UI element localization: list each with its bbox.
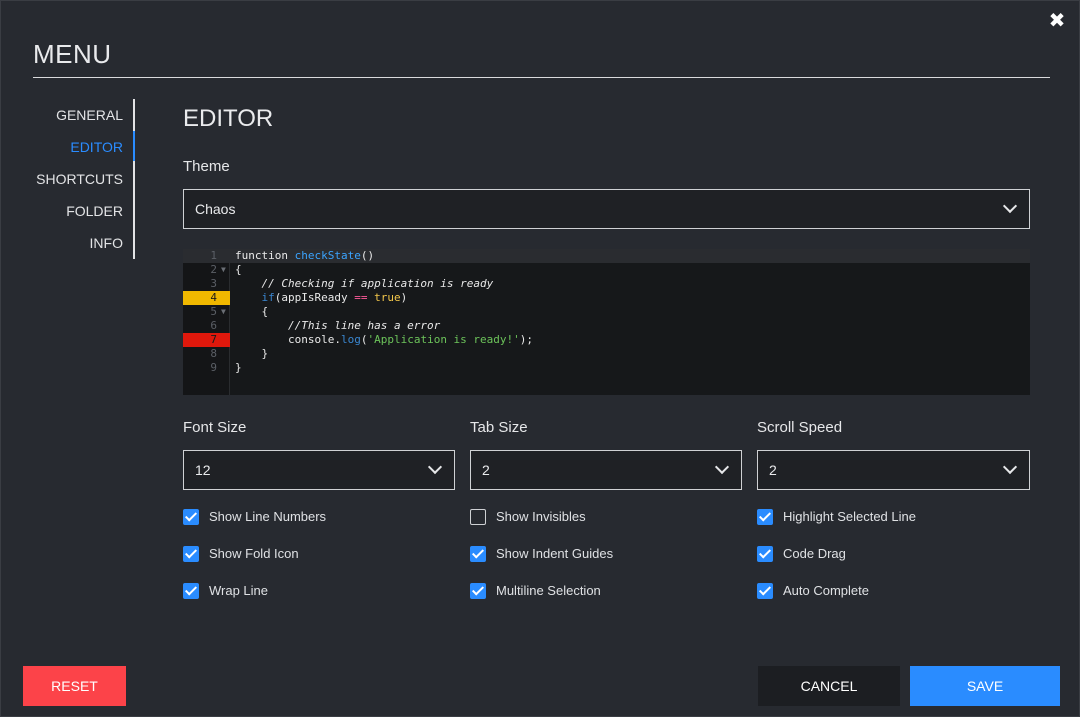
code-text: } <box>235 347 269 360</box>
checkbox-label: Code Drag <box>783 546 846 561</box>
checkbox-label: Auto Complete <box>783 583 869 598</box>
code-line: 6 //This line has a error <box>183 319 1030 333</box>
checkbox-checked-icon <box>757 546 773 562</box>
line-number: 8 <box>210 347 217 360</box>
dialog-title: MENU <box>33 39 112 69</box>
settings-nav: GENERAL EDITOR SHORTCUTS FOLDER INFO <box>1 99 135 259</box>
checkbox-checked-icon <box>470 583 486 599</box>
checkbox-checked-icon <box>183 583 199 599</box>
checkbox-checked-icon <box>183 509 199 525</box>
line-number: 3 <box>210 277 217 290</box>
code-text: { <box>235 263 242 276</box>
code-line: 9 } <box>183 361 1030 375</box>
checkbox-unchecked-icon <box>470 509 486 525</box>
code-text: if(appIsReady == true) <box>261 291 408 304</box>
section-title: EDITOR <box>183 105 274 132</box>
save-button[interactable]: SAVE <box>910 666 1060 706</box>
checkbox-label: Multiline Selection <box>496 583 601 598</box>
checkbox-checked-icon <box>183 546 199 562</box>
chevron-down-icon <box>1002 198 1018 214</box>
code-line: 5 ▼ { <box>183 305 1030 319</box>
fold-arrow-icon[interactable]: ▼ <box>221 263 226 277</box>
nav-item-info[interactable]: INFO <box>90 235 123 251</box>
line-number: 4 <box>210 291 217 304</box>
font-size-value: 12 <box>195 462 211 478</box>
checkbox-checked-icon <box>470 546 486 562</box>
code-text: console.log('Application is ready!'); <box>235 333 534 346</box>
line-number: 7 <box>210 333 217 346</box>
wrap-line-checkbox[interactable]: Wrap Line <box>183 583 268 599</box>
line-number: 6 <box>210 319 217 332</box>
chevron-down-icon <box>1002 459 1018 475</box>
line-number: 9 <box>210 361 217 374</box>
font-size-label: Font Size <box>183 419 247 436</box>
fold-arrow-icon[interactable]: ▼ <box>221 305 226 319</box>
scroll-speed-label: Scroll Speed <box>757 419 843 436</box>
theme-select-value: Chaos <box>195 201 236 217</box>
nav-item-folder[interactable]: FOLDER <box>66 203 123 219</box>
code-line: 7 console.log('Application is ready!'); <box>183 333 1030 347</box>
line-number: 2 <box>210 263 217 276</box>
code-comment: // Checking if application is ready <box>235 277 494 290</box>
checkbox-checked-icon <box>757 583 773 599</box>
highlight-selected-line-checkbox[interactable]: Highlight Selected Line <box>757 509 916 525</box>
code-line: 8 } <box>183 347 1030 361</box>
tab-size-label: Tab Size <box>470 419 528 436</box>
code-line: 2 ▼ { <box>183 263 1030 277</box>
code-text: function checkState() <box>235 249 375 262</box>
checkbox-checked-icon <box>757 509 773 525</box>
theme-label: Theme <box>183 158 230 175</box>
checkbox-label: Show Line Numbers <box>209 509 327 524</box>
nav-item-general[interactable]: GENERAL <box>56 107 123 123</box>
auto-complete-checkbox[interactable]: Auto Complete <box>757 583 869 599</box>
settings-dialog: ✖ MENU GENERAL EDITOR SHORTCUTS FOLDER I… <box>0 0 1080 717</box>
code-comment: //This line has a error <box>235 319 441 332</box>
tab-size-select[interactable]: 2 <box>470 450 742 490</box>
tab-size-value: 2 <box>482 462 490 478</box>
cancel-button[interactable]: CANCEL <box>758 666 900 706</box>
code-preview: 1 function checkState() 2 ▼ { 3 // Check… <box>183 249 1030 395</box>
code-line: 4 if(appIsReady == true) <box>183 291 1030 305</box>
font-size-select[interactable]: 12 <box>183 450 455 490</box>
code-drag-checkbox[interactable]: Code Drag <box>757 546 846 562</box>
scroll-speed-select[interactable]: 2 <box>757 450 1030 490</box>
checkbox-label: Show Fold Icon <box>209 546 299 561</box>
close-icon[interactable]: ✖ <box>1047 11 1067 31</box>
multiline-selection-checkbox[interactable]: Multiline Selection <box>470 583 601 599</box>
scroll-speed-value: 2 <box>769 462 777 478</box>
show-fold-icon-checkbox[interactable]: Show Fold Icon <box>183 546 299 562</box>
show-invisibles-checkbox[interactable]: Show Invisibles <box>470 509 586 525</box>
nav-active-indicator <box>133 131 135 161</box>
theme-select[interactable]: Chaos <box>183 189 1030 229</box>
show-indent-guides-checkbox[interactable]: Show Indent Guides <box>470 546 613 562</box>
show-line-numbers-checkbox[interactable]: Show Line Numbers <box>183 509 326 525</box>
title-divider <box>33 77 1050 78</box>
code-text: } <box>235 361 242 374</box>
line-number: 5 <box>210 305 217 318</box>
code-line: 1 function checkState() <box>183 249 1030 263</box>
chevron-down-icon <box>714 459 730 475</box>
code-text: { <box>235 305 269 318</box>
reset-button[interactable]: RESET <box>23 666 126 706</box>
line-number: 1 <box>210 249 217 262</box>
nav-item-shortcuts[interactable]: SHORTCUTS <box>36 171 123 187</box>
checkbox-label: Highlight Selected Line <box>783 509 916 524</box>
checkbox-label: Wrap Line <box>209 583 269 598</box>
checkbox-label: Show Invisibles <box>496 509 586 524</box>
nav-item-editor[interactable]: EDITOR <box>70 139 123 155</box>
chevron-down-icon <box>427 459 443 475</box>
code-line: 3 // Checking if application is ready <box>183 277 1030 291</box>
checkbox-label: Show Indent Guides <box>496 546 614 561</box>
